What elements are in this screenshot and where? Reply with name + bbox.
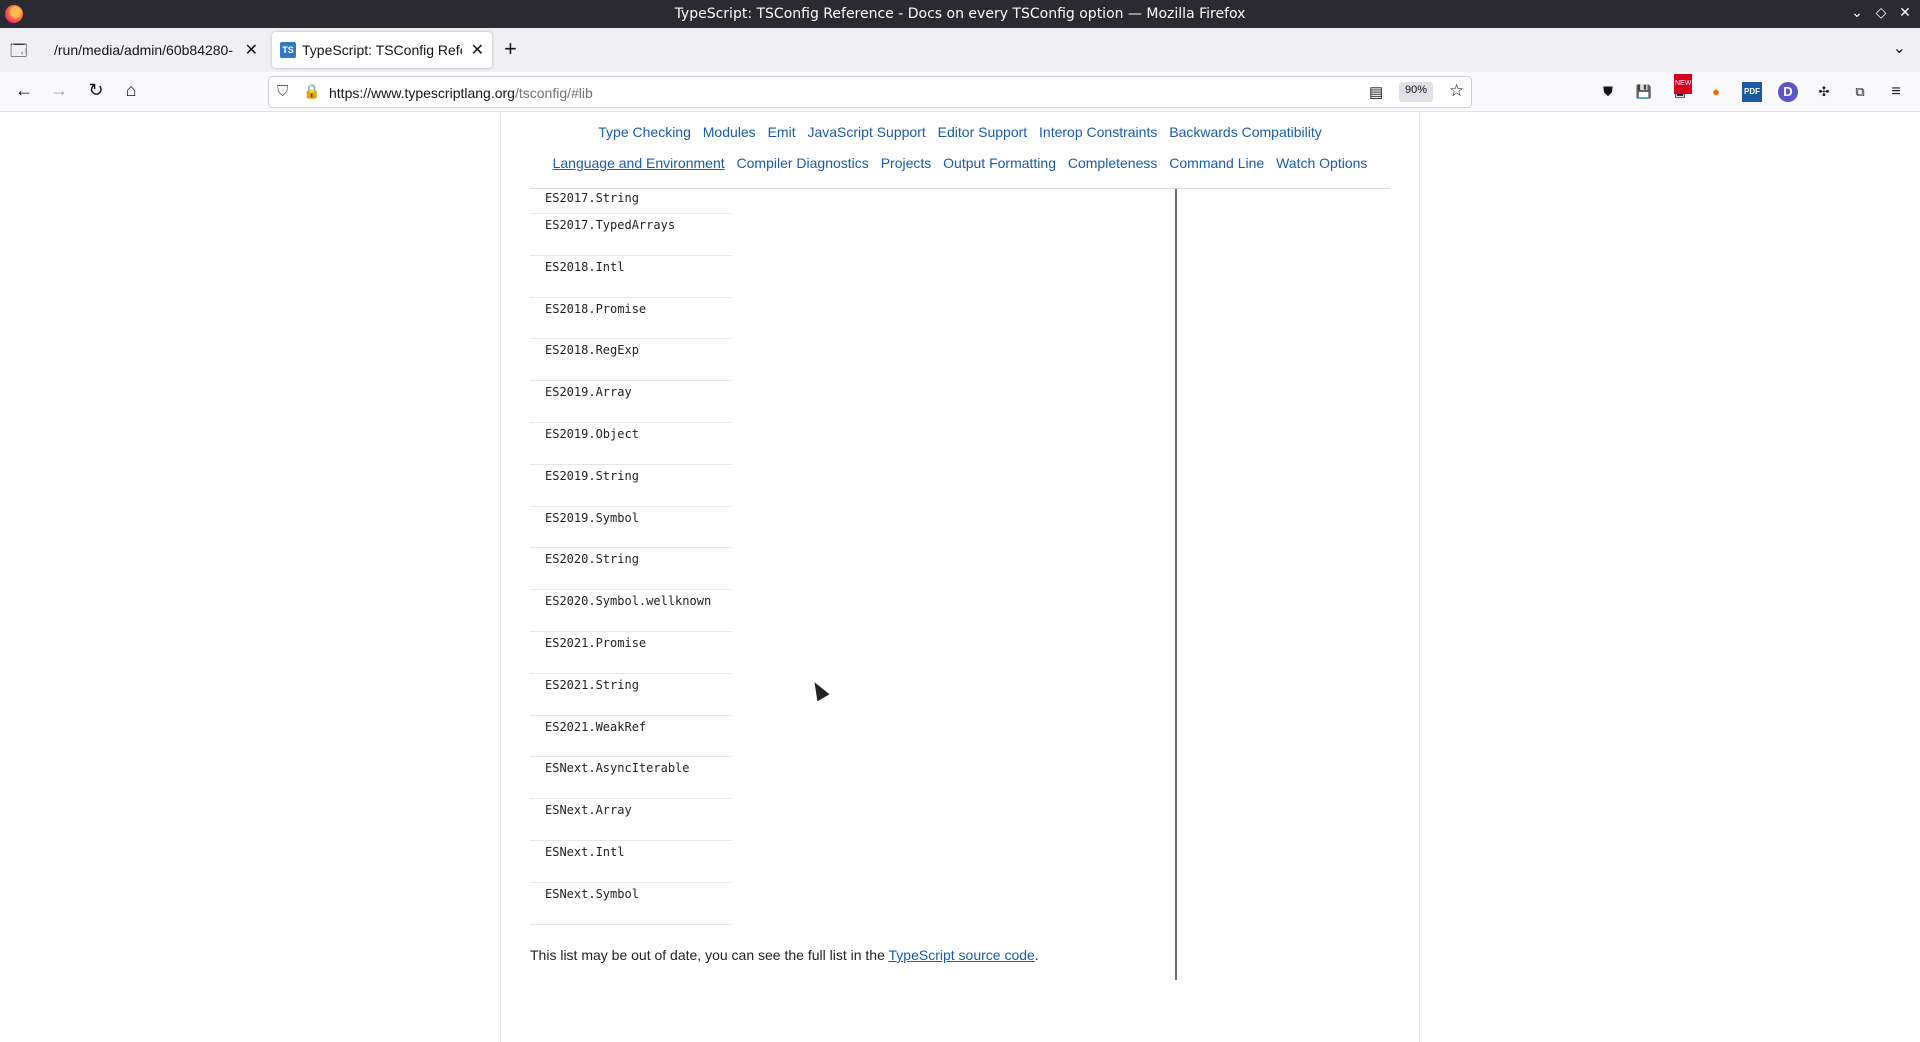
lib-option-row: ES2020.Symbol.wellknown bbox=[530, 590, 732, 632]
nav-link-command-line[interactable]: Command Line bbox=[1169, 155, 1264, 171]
tab-close-icon[interactable]: ✕ bbox=[245, 40, 258, 60]
address-bar[interactable]: ⛉ 🔒 https://www.typescriptlang.org/tscon… bbox=[268, 76, 1472, 108]
nav-link-compiler-diagnostics[interactable]: Compiler Diagnostics bbox=[737, 155, 869, 171]
nav-link-backwards-compatibility[interactable]: Backwards Compatibility bbox=[1169, 124, 1322, 140]
extension-new-icon[interactable]: ▣NEW bbox=[1670, 74, 1693, 102]
nav-link-projects[interactable]: Projects bbox=[881, 155, 932, 171]
pocket-icon[interactable]: ⛊ bbox=[1598, 82, 1618, 102]
lib-option-row: ESNext.AsyncIterable bbox=[530, 757, 732, 800]
category-nav-row-1: Type Checking Modules Emit JavaScript Su… bbox=[500, 124, 1420, 140]
typescript-source-code-link[interactable]: TypeScript source code bbox=[889, 947, 1035, 963]
nav-link-interop-constraints[interactable]: Interop Constraints bbox=[1039, 124, 1157, 140]
pinwheel-extension-icon[interactable]: ✣ bbox=[1814, 82, 1834, 102]
nav-link-type-checking[interactable]: Type Checking bbox=[598, 124, 691, 140]
lib-option-row: ES2019.Object bbox=[530, 423, 732, 465]
d-extension-icon[interactable]: D bbox=[1778, 82, 1798, 102]
maximize-icon[interactable]: ◇ bbox=[1872, 4, 1890, 21]
tab-local-file[interactable]: /run/media/admin/60b84280- ✕ bbox=[42, 32, 266, 68]
save-disk-icon[interactable]: 💾 bbox=[1634, 82, 1654, 102]
lib-option-row: ES2019.Symbol bbox=[530, 507, 732, 549]
navigation-toolbar: ← → ↻ ⌂ ⛉ 🔒 https://www.typescriptlang.o… bbox=[0, 72, 1920, 112]
nav-link-editor-support[interactable]: Editor Support bbox=[938, 124, 1028, 140]
tracking-shield-icon[interactable]: ⛉ bbox=[277, 83, 288, 100]
lib-option-row: ES2021.WeakRef bbox=[530, 716, 732, 758]
url-text[interactable]: https://www.typescriptlang.org/tsconfig/… bbox=[329, 85, 593, 101]
lib-option-row: ES2018.RegExp bbox=[530, 339, 732, 382]
category-nav-row-2: Language and Environment Compiler Diagno… bbox=[500, 155, 1420, 171]
page-viewport: Type Checking Modules Emit JavaScript Su… bbox=[0, 113, 1920, 1042]
nav-link-language-and-environment[interactable]: Language and Environment bbox=[553, 155, 725, 171]
forward-arrow-icon[interactable]: → bbox=[47, 80, 71, 101]
nav-link-javascript-support[interactable]: JavaScript Support bbox=[807, 124, 925, 140]
nav-link-modules[interactable]: Modules bbox=[703, 124, 756, 140]
tab-close-icon[interactable]: ✕ bbox=[471, 40, 484, 60]
nav-link-completeness[interactable]: Completeness bbox=[1068, 155, 1158, 171]
firefox-view-icon[interactable]: 🗔 bbox=[10, 40, 27, 67]
lib-option-row: ES2018.Intl bbox=[530, 256, 732, 298]
lib-option-row: ES2021.String bbox=[530, 674, 732, 716]
lib-option-row: ES2019.Array bbox=[530, 381, 732, 423]
minimize-icon[interactable]: ⌄ bbox=[1848, 4, 1866, 21]
lib-option-row: ES2017.TypedArrays bbox=[530, 214, 732, 256]
tab-strip: 🗔 /run/media/admin/60b84280- ✕ TS TypeSc… bbox=[0, 28, 1920, 72]
nav-link-emit[interactable]: Emit bbox=[768, 124, 796, 140]
lib-list-footnote: This list may be out of date, you can se… bbox=[530, 947, 1039, 963]
home-icon[interactable]: ⌂ bbox=[119, 80, 143, 101]
hamburger-menu-icon[interactable]: ≡ bbox=[1886, 82, 1906, 102]
lib-option-row: ES2017.String bbox=[530, 189, 732, 214]
window-titlebar: TypeScript: TSConfig Reference - Docs on… bbox=[0, 0, 1920, 28]
lib-option-row: ESNext.Symbol bbox=[530, 883, 732, 925]
tab-tsconfig-reference[interactable]: TS TypeScript: TSConfig Refer ✕ bbox=[272, 32, 492, 68]
lib-option-row: ES2020.String bbox=[530, 548, 732, 591]
close-window-icon[interactable]: ✕ bbox=[1896, 4, 1914, 21]
back-arrow-icon[interactable]: ← bbox=[12, 80, 36, 101]
sidebar-divider bbox=[1175, 189, 1177, 980]
pdf-extension-icon[interactable]: PDF bbox=[1742, 82, 1762, 102]
reload-icon[interactable]: ↻ bbox=[84, 80, 108, 101]
reader-view-icon[interactable]: ▤ bbox=[1369, 83, 1383, 101]
bookmark-star-icon[interactable]: ☆ bbox=[1449, 81, 1464, 101]
nav-link-watch-options[interactable]: Watch Options bbox=[1276, 155, 1367, 171]
zoom-level-badge[interactable]: 90% bbox=[1399, 82, 1434, 102]
lib-option-row: ES2019.String bbox=[530, 465, 732, 507]
window-title: TypeScript: TSConfig Reference - Docs on… bbox=[674, 6, 1246, 22]
lib-option-row: ESNext.Array bbox=[530, 799, 732, 841]
tab-label: TypeScript: TSConfig Refer bbox=[302, 42, 462, 58]
tab-label: /run/media/admin/60b84280- bbox=[54, 42, 234, 58]
list-all-tabs-chevron-icon[interactable]: ⌄ bbox=[1893, 38, 1906, 58]
lib-options-table: ES2017.String ES2017.TypedArrays ES2018.In… bbox=[530, 189, 732, 925]
duckduckgo-icon[interactable]: ● bbox=[1706, 82, 1726, 102]
new-tab-plus-icon[interactable]: + bbox=[504, 36, 517, 62]
extensions-puzzle-icon[interactable]: ⧉ bbox=[1850, 82, 1870, 102]
lib-option-row: ES2018.Promise bbox=[530, 298, 732, 340]
lib-option-row: ES2021.Promise bbox=[530, 632, 732, 674]
nav-link-output-formatting[interactable]: Output Formatting bbox=[943, 155, 1056, 171]
lib-option-row: ESNext.Intl bbox=[530, 841, 732, 883]
lock-icon[interactable]: 🔒 bbox=[303, 83, 320, 100]
typescript-favicon-icon: TS bbox=[280, 42, 296, 58]
